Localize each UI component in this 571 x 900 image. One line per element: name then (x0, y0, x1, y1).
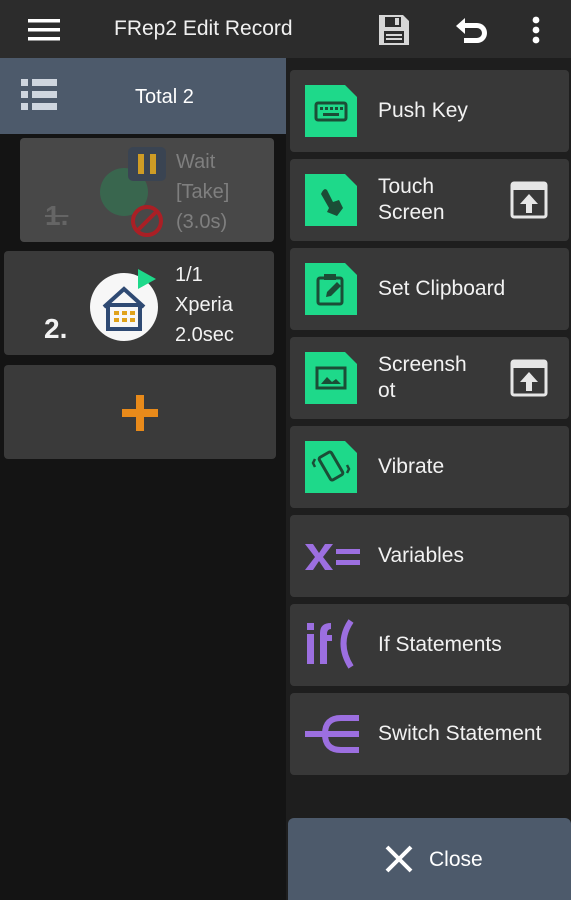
record-list-panel: Total 2 1. Wait [Take] (3.0s) 2. 1/1 Xpe… (0, 58, 286, 900)
action-switch-statement[interactable]: Switch Statement (290, 693, 569, 775)
save-icon[interactable] (372, 8, 416, 52)
action-touch-screen[interactable]: Touch Screen (290, 159, 569, 241)
close-label: Close (429, 848, 483, 871)
switch-icon (303, 706, 359, 762)
record-line-2: [Take] (176, 181, 230, 203)
action-label: Switch Statement (378, 722, 542, 745)
list-icon[interactable] (20, 76, 58, 119)
touch-icon (303, 172, 359, 228)
top-app-bar: FRep2 Edit Record (0, 0, 571, 58)
close-button[interactable]: Close (288, 818, 571, 900)
action-label: Variables (378, 544, 464, 567)
clipboard-icon (303, 261, 359, 317)
overflow-icon[interactable] (514, 8, 558, 52)
record-line-2: Xperia (175, 294, 233, 316)
pause-icon (127, 146, 167, 187)
screenshot-icon (303, 350, 359, 406)
record-line-3: (3.0s) (176, 211, 228, 233)
action-if-statements[interactable]: If Statements (290, 604, 569, 686)
record-number: 1. (45, 200, 69, 231)
if-icon (303, 617, 359, 673)
action-set-clipboard[interactable]: Set Clipboard (290, 248, 569, 330)
record-line-3: 2.0sec (175, 324, 234, 346)
disabled-icon (130, 204, 164, 243)
action-screenshot[interactable]: Screensh ot (290, 337, 569, 419)
record-number: 2. (44, 313, 68, 344)
menu-icon[interactable] (22, 8, 66, 52)
action-label-line-1: Touch (378, 175, 435, 198)
xperia-app-icon (88, 267, 164, 348)
action-label-line-2: Screen (378, 201, 445, 224)
close-icon (384, 844, 414, 879)
open-in-icon[interactable] (509, 358, 549, 398)
action-label: Set Clipboard (378, 277, 506, 300)
action-label-line-1: Screensh (378, 353, 467, 376)
record-line-1: 1/1 (175, 264, 203, 286)
plus-icon (122, 395, 158, 436)
record-item-2[interactable]: 2. 1/1 Xperia 2.0sec (4, 251, 274, 355)
vibrate-icon (303, 439, 359, 495)
action-label: Vibrate (378, 455, 445, 478)
record-line-1: Wait (176, 151, 216, 173)
action-variables[interactable]: Variables (290, 515, 569, 597)
undo-icon[interactable] (449, 8, 493, 52)
app-title: FRep2 Edit Record (114, 17, 293, 40)
keyboard-icon (303, 83, 359, 139)
action-label: If Statements (378, 633, 502, 656)
variables-icon (303, 528, 360, 584)
action-label: Push Key (378, 99, 468, 122)
action-label-line-2: ot (378, 379, 396, 402)
total-label: Total 2 (135, 86, 194, 108)
total-header: Total 2 (0, 58, 286, 134)
action-picker-panel: Push Key Touch Screen Set Clipboard Scre… (286, 58, 571, 900)
open-in-icon[interactable] (509, 180, 549, 220)
action-push-key[interactable]: Push Key (290, 70, 569, 152)
action-vibrate[interactable]: Vibrate (290, 426, 569, 508)
add-record-button[interactable] (4, 365, 276, 459)
record-item-1[interactable]: 1. Wait [Take] (3.0s) (20, 138, 274, 242)
